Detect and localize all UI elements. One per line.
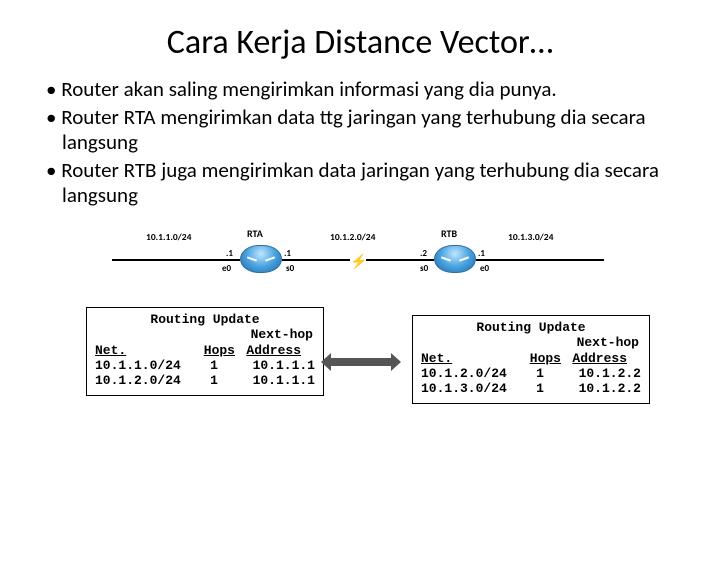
link-line bbox=[282, 259, 350, 261]
cell-hops: 1 bbox=[193, 358, 235, 373]
col-addr: Address bbox=[235, 343, 301, 358]
host-addr: .2 bbox=[420, 248, 427, 259]
table-row: 10.1.1.0/24 1 10.1.1.1 bbox=[95, 358, 315, 373]
table-nexthop-label: Next-hop bbox=[421, 335, 641, 350]
cell-net: 10.1.3.0/24 bbox=[421, 381, 519, 396]
table-nexthop-label: Next-hop bbox=[95, 327, 315, 342]
router-rtb-icon bbox=[434, 245, 476, 273]
routing-update-rta: Routing Update Next-hop Net. Hops Addres… bbox=[86, 307, 324, 396]
bullet-item: Router RTA mengirimkan data ttg jaringan… bbox=[46, 105, 690, 156]
network-label: 10.1.3.0/24 bbox=[508, 231, 553, 243]
bullet-item: Router akan saling mengirimkan informasi… bbox=[46, 77, 690, 103]
network-label: 10.1.1.0/24 bbox=[146, 231, 191, 243]
table-row: 10.1.2.0/24 1 10.1.2.2 bbox=[421, 366, 641, 381]
cell-net: 10.1.2.0/24 bbox=[95, 373, 193, 388]
cell-hops: 1 bbox=[519, 381, 561, 396]
interface-label: s0 bbox=[286, 263, 294, 274]
table-row: 10.1.2.0/24 1 10.1.1.1 bbox=[95, 373, 315, 388]
col-hops: Hops bbox=[519, 351, 561, 366]
table-title: Routing Update bbox=[95, 312, 315, 327]
cell-net: 10.1.1.0/24 bbox=[95, 358, 193, 373]
host-addr: .1 bbox=[226, 248, 233, 259]
network-diagram: ⚡ RTA RTB 10.1.1.0/24 10.1.2.0/24 10.1.3… bbox=[0, 219, 720, 299]
link-line bbox=[476, 259, 604, 261]
router-label: RTB bbox=[441, 227, 457, 240]
slide-title: Cara Kerja Distance Vector… bbox=[0, 22, 720, 63]
router-label: RTA bbox=[247, 227, 263, 240]
host-addr: .1 bbox=[284, 248, 291, 259]
link-line bbox=[112, 259, 240, 261]
serial-link-icon: ⚡ bbox=[350, 253, 367, 270]
routing-tables: Routing Update Next-hop Net. Hops Addres… bbox=[0, 301, 720, 431]
router-rta-icon bbox=[240, 245, 282, 273]
cell-hops: 1 bbox=[519, 366, 561, 381]
cell-addr: 10.1.2.2 bbox=[561, 381, 641, 396]
network-label: 10.1.2.0/24 bbox=[330, 231, 375, 243]
cell-net: 10.1.2.0/24 bbox=[421, 366, 519, 381]
col-hops: Hops bbox=[193, 343, 235, 358]
update-arrow-icon bbox=[321, 353, 401, 371]
interface-label: s0 bbox=[420, 263, 428, 274]
cell-addr: 10.1.1.1 bbox=[235, 358, 315, 373]
col-net: Net. bbox=[421, 351, 519, 366]
table-title: Routing Update bbox=[421, 320, 641, 335]
table-row: 10.1.3.0/24 1 10.1.2.2 bbox=[421, 381, 641, 396]
interface-label: e0 bbox=[222, 263, 231, 274]
routing-update-rtb: Routing Update Next-hop Net. Hops Addres… bbox=[412, 315, 650, 404]
interface-label: e0 bbox=[480, 263, 489, 274]
bullet-item: Router RTB juga mengirimkan data jaringa… bbox=[46, 158, 690, 209]
col-net: Net. bbox=[95, 343, 193, 358]
cell-addr: 10.1.2.2 bbox=[561, 366, 641, 381]
cell-hops: 1 bbox=[193, 373, 235, 388]
cell-addr: 10.1.1.1 bbox=[235, 373, 315, 388]
link-line bbox=[366, 259, 434, 261]
bullet-list: Router akan saling mengirimkan informasi… bbox=[46, 77, 690, 209]
host-addr: .1 bbox=[478, 248, 485, 259]
col-addr: Address bbox=[561, 351, 627, 366]
